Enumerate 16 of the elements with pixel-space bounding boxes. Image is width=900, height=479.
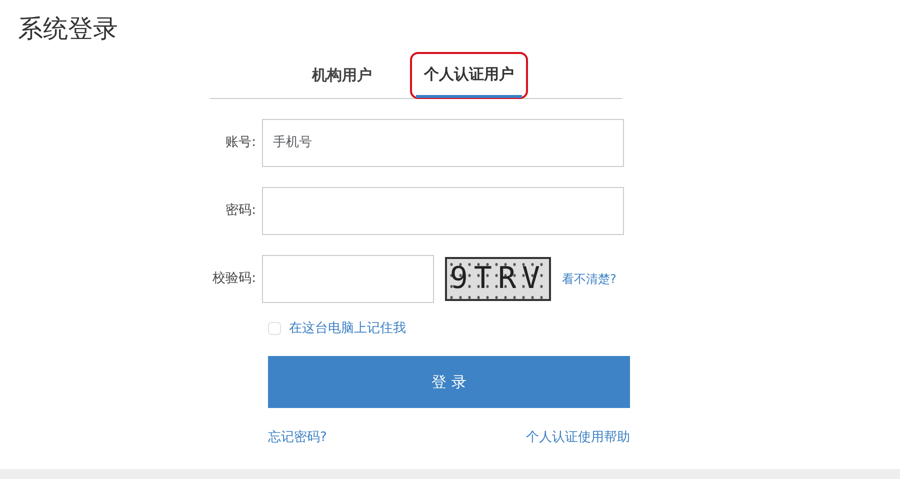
field-label: 校验码:	[212, 270, 257, 288]
captcha-field[interactable]	[262, 254, 434, 302]
help-link[interactable]: 个人认证使用帮助	[526, 428, 630, 448]
field-label: 账号:	[224, 134, 257, 152]
tab[interactable]: 个人认证用户	[416, 54, 522, 98]
forgot-password-link[interactable]: 忘记密码?	[268, 428, 327, 448]
account-field[interactable]: 手机号	[262, 118, 624, 166]
page-title: 系统登录	[18, 13, 119, 45]
tab[interactable]: 机构用户	[304, 56, 380, 98]
password-field[interactable]	[262, 186, 624, 234]
field-label: 密码:	[224, 202, 257, 220]
login-button[interactable]: 登 录	[268, 356, 630, 408]
remember-label: 在这台电脑上记住我	[289, 320, 406, 338]
captcha-image: 9TRV	[445, 256, 551, 300]
refresh-captcha-link[interactable]: 看不清楚?	[562, 270, 616, 288]
remember-checkbox[interactable]	[268, 322, 281, 335]
